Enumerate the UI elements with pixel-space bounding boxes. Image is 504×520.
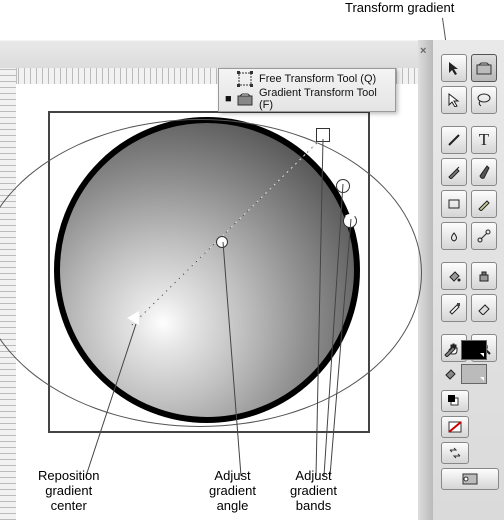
color-mode-buttons [441, 390, 497, 494]
transform-tool-flyout: Free Transform Tool (Q) ■ Gradient Trans… [218, 68, 396, 112]
lasso-tool[interactable] [471, 86, 497, 114]
ink-bottle-tool[interactable] [471, 262, 497, 290]
close-icon[interactable]: × [420, 45, 430, 55]
label-transform-gradient: Transform gradient [345, 0, 454, 15]
fill-color-icon [443, 367, 457, 381]
eyedropper-tool[interactable] [441, 294, 467, 322]
tools-panel: T [432, 40, 504, 520]
flyout-gradient-transform[interactable]: ■ Gradient Transform Tool (F) [219, 89, 395, 109]
eraser-tool[interactable] [471, 294, 497, 322]
gradient-scale-handle[interactable] [316, 128, 330, 142]
callout-reposition-center: Reposition gradient center [38, 468, 99, 513]
figure-frame: Transform gradient 100% × [0, 0, 504, 520]
brush-tool[interactable] [471, 158, 497, 186]
free-transform-icon [237, 71, 253, 87]
swap-colors-button[interactable] [441, 442, 469, 464]
no-color-button[interactable] [441, 416, 469, 438]
flyout-label: Gradient Transform Tool (F) [259, 87, 389, 111]
rectangle-tool[interactable] [441, 190, 467, 218]
callout-adjust-angle: Adjust gradient angle [209, 468, 256, 513]
pen-tool[interactable] [441, 158, 467, 186]
line-tool[interactable] [441, 126, 467, 154]
text-tool[interactable]: T [471, 126, 497, 154]
stroke-color-icon [443, 343, 457, 357]
flyout-free-transform[interactable]: Free Transform Tool (Q) [219, 69, 395, 89]
gradient-transform-icon [237, 91, 253, 107]
bone-tool[interactable] [471, 222, 497, 250]
gradient-focal-handle[interactable] [216, 236, 228, 248]
flyout-bullet: ■ [225, 93, 231, 105]
gradient-rotate-handle[interactable] [343, 214, 357, 228]
flyout-label: Free Transform Tool (Q) [259, 73, 376, 85]
selection-tool[interactable] [441, 54, 467, 82]
options-section-button[interactable] [441, 468, 499, 490]
black-white-button[interactable] [441, 390, 469, 412]
color-swatches [443, 340, 495, 388]
callout-adjust-bands: Adjust gradient bands [290, 468, 337, 513]
stroke-swatch[interactable] [461, 340, 487, 360]
gradient-width-handle[interactable] [336, 179, 350, 193]
tool-grid: T [441, 54, 497, 366]
pencil-tool[interactable] [471, 190, 497, 218]
paint-bucket-tool[interactable] [441, 262, 467, 290]
options-bar: 100% [0, 40, 418, 70]
transform-tool[interactable] [471, 54, 497, 82]
fill-swatch[interactable] [461, 364, 487, 384]
subselection-tool[interactable] [441, 86, 467, 114]
deco-tool[interactable] [441, 222, 467, 250]
stage-canvas[interactable] [16, 84, 418, 520]
